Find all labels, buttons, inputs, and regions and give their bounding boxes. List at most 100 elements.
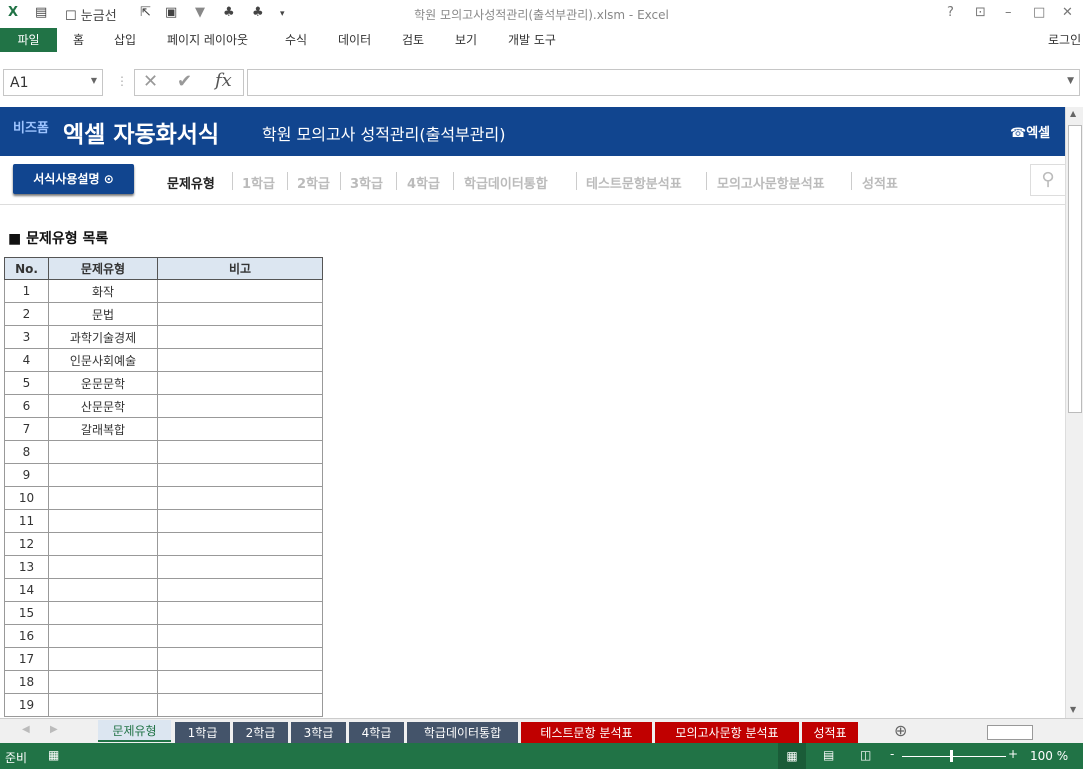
next-sheet-icon[interactable]: ▶ <box>50 724 58 735</box>
cell-note[interactable] <box>157 601 323 625</box>
nav-link-question-type[interactable]: 문제유형 <box>167 173 215 192</box>
tab-data[interactable]: 데이터 <box>338 28 371 52</box>
cancel-icon[interactable]: ✕ <box>143 71 158 92</box>
cell-type[interactable] <box>48 601 158 625</box>
expand-formula-icon[interactable]: ▼ <box>1067 76 1074 86</box>
cell-note[interactable] <box>157 509 323 533</box>
formula-input[interactable]: ▼ <box>247 69 1080 96</box>
cell-type[interactable] <box>48 624 158 648</box>
cell-type[interactable]: 화작 <box>48 279 158 303</box>
tab-file[interactable]: 파일 <box>0 28 57 52</box>
cell-no[interactable]: 4 <box>4 348 49 372</box>
sheet-tab[interactable]: 학급데이터통합 <box>407 722 518 744</box>
name-box[interactable]: A1 ▼ <box>3 69 103 96</box>
close-button[interactable]: ✕ <box>1062 5 1073 20</box>
tab-developer[interactable]: 개발 도구 <box>508 28 556 52</box>
sheet-tab[interactable]: 3학급 <box>291 722 346 744</box>
nav-link-mock-analysis[interactable]: 모의고사문항분석표 <box>717 173 825 192</box>
sheet-tab[interactable]: 1학급 <box>175 722 230 744</box>
nav-link-report[interactable]: 성적표 <box>862 173 898 192</box>
horizontal-scrollbar[interactable] <box>987 725 1033 740</box>
sheet-tab[interactable]: 문제유형 <box>98 720 171 742</box>
cell-note[interactable] <box>157 670 323 694</box>
cell-note[interactable] <box>157 463 323 487</box>
cell-type[interactable] <box>48 440 158 464</box>
cell-no[interactable]: 7 <box>4 417 49 441</box>
tab-page-layout[interactable]: 페이지 레이아웃 <box>167 28 248 52</box>
maximize-button[interactable]: □ <box>1033 5 1045 20</box>
ribbon-display-icon[interactable]: ⊡ <box>975 5 986 20</box>
add-sheet-icon[interactable]: ⊕ <box>894 721 907 740</box>
tab-formulas[interactable]: 수식 <box>285 28 307 52</box>
zoom-in-button[interactable]: + <box>1008 747 1018 761</box>
zoom-slider-thumb[interactable] <box>950 750 953 762</box>
cell-no[interactable]: 10 <box>4 486 49 510</box>
minimize-button[interactable]: – <box>1005 5 1012 20</box>
cell-type[interactable]: 갈래복합 <box>48 417 158 441</box>
normal-view-icon[interactable]: ▦ <box>778 743 806 769</box>
cell-no[interactable]: 14 <box>4 578 49 602</box>
cell-note[interactable] <box>157 647 323 671</box>
cell-note[interactable] <box>157 624 323 648</box>
cell-note[interactable] <box>157 279 323 303</box>
tab-home[interactable]: 홈 <box>73 28 84 52</box>
cell-note[interactable] <box>157 348 323 372</box>
sheet-tab[interactable]: 4학급 <box>349 722 404 744</box>
cell-no[interactable]: 8 <box>4 440 49 464</box>
cell-no[interactable]: 6 <box>4 394 49 418</box>
tab-review[interactable]: 검토 <box>402 28 424 52</box>
cell-type[interactable] <box>48 555 158 579</box>
cell-type[interactable]: 과학기술경제 <box>48 325 158 349</box>
scroll-up-icon[interactable]: ▲ <box>1070 109 1076 118</box>
sheet-tab[interactable]: 성적표 <box>802 722 858 744</box>
sheet-tab[interactable]: 테스트문항 분석표 <box>521 722 652 744</box>
vertical-scrollbar[interactable]: ▲ ▼ <box>1065 107 1083 718</box>
worksheet[interactable]: 비즈폼 엑셀 자동화서식 학원 모의고사 성적관리(출석부관리) ☎엑셀 서식사… <box>0 107 1065 718</box>
cell-note[interactable] <box>157 440 323 464</box>
insert-function-button[interactable]: fx <box>215 70 232 91</box>
cell-type[interactable] <box>48 670 158 694</box>
cell-note[interactable] <box>157 578 323 602</box>
enter-icon[interactable]: ✔ <box>177 71 192 92</box>
cell-no[interactable]: 15 <box>4 601 49 625</box>
cell-type[interactable]: 산문문학 <box>48 394 158 418</box>
cell-no[interactable]: 16 <box>4 624 49 648</box>
search-icon[interactable]: ⚲ <box>1030 164 1065 196</box>
cell-type[interactable]: 운문문학 <box>48 371 158 395</box>
cell-no[interactable]: 18 <box>4 670 49 694</box>
cell-note[interactable] <box>157 532 323 556</box>
cell-type[interactable] <box>48 647 158 671</box>
nav-link-class2[interactable]: 2학급 <box>297 173 330 192</box>
sheet-tab[interactable]: 2학급 <box>233 722 288 744</box>
nav-link-class-data[interactable]: 학급데이터통합 <box>464 173 548 192</box>
cell-note[interactable] <box>157 486 323 510</box>
zoom-out-button[interactable]: - <box>890 747 894 761</box>
sheet-tab[interactable]: 모의고사문항 분석표 <box>655 722 799 744</box>
tab-insert[interactable]: 삽입 <box>114 28 136 52</box>
nav-link-test-analysis[interactable]: 테스트문항분석표 <box>586 173 682 192</box>
cell-no[interactable]: 12 <box>4 532 49 556</box>
prev-sheet-icon[interactable]: ◀ <box>22 724 30 735</box>
cell-no[interactable]: 1 <box>4 279 49 303</box>
cell-type[interactable]: 문법 <box>48 302 158 326</box>
cell-note[interactable] <box>157 302 323 326</box>
cell-type[interactable] <box>48 463 158 487</box>
tab-view[interactable]: 보기 <box>455 28 477 52</box>
cell-no[interactable]: 5 <box>4 371 49 395</box>
cell-type[interactable] <box>48 532 158 556</box>
cell-note[interactable] <box>157 417 323 441</box>
chevron-down-icon[interactable]: ▼ <box>91 76 97 85</box>
page-layout-view-icon[interactable]: ▤ <box>823 748 834 762</box>
cell-type[interactable] <box>48 693 158 717</box>
cell-note[interactable] <box>157 371 323 395</box>
cell-no[interactable]: 2 <box>4 302 49 326</box>
cell-note[interactable] <box>157 693 323 717</box>
zoom-level[interactable]: 100 % <box>1030 749 1068 763</box>
nav-link-class3[interactable]: 3학급 <box>350 173 383 192</box>
cell-no[interactable]: 9 <box>4 463 49 487</box>
cell-type[interactable] <box>48 486 158 510</box>
scroll-thumb[interactable] <box>1068 125 1082 413</box>
zoom-slider[interactable] <box>902 756 1006 757</box>
help-button[interactable]: ? <box>947 5 954 20</box>
cell-no[interactable]: 19 <box>4 693 49 717</box>
